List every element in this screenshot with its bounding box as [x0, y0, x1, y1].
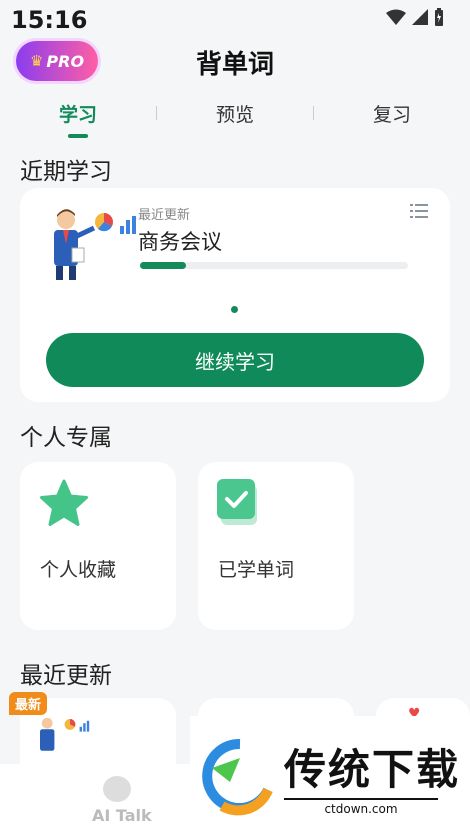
- status-bar: 15:16: [0, 0, 470, 40]
- progress-fill: [140, 262, 186, 269]
- section-title-personal: 个人专属: [20, 425, 112, 451]
- recent-study-card[interactable]: 最近更新 商务会议 继续学习: [20, 188, 450, 402]
- tab-divider: [313, 106, 314, 120]
- nav-ai-talk[interactable]: AI Talk: [92, 806, 152, 825]
- learned-words-tile[interactable]: 已学单词: [198, 462, 354, 630]
- watermark-url: ctdown.com: [284, 798, 438, 816]
- tab-review[interactable]: 复习: [373, 100, 411, 127]
- active-tab-indicator: [68, 134, 88, 138]
- tab-divider: [156, 106, 157, 120]
- recent-update-label: 最近更新: [138, 208, 191, 223]
- teacher-illustration: [54, 209, 136, 280]
- tab-study[interactable]: 学习: [59, 100, 97, 127]
- new-badge: 最新: [9, 692, 48, 715]
- checked-book-icon: [217, 479, 257, 525]
- continue-learning-button[interactable]: 继续学习: [46, 333, 424, 387]
- bottom-nav: AI Talk: [0, 764, 190, 836]
- list-icon[interactable]: [410, 204, 428, 218]
- progress-bar: [140, 262, 408, 269]
- section-title-latest: 最近更新: [20, 663, 112, 689]
- chat-bubble-icon[interactable]: [103, 776, 131, 802]
- signal-icon: [412, 9, 428, 25]
- section-title-recent-study: 近期学习: [20, 159, 112, 185]
- battery-icon: [435, 8, 443, 26]
- learned-words-label: 已学单词: [218, 559, 295, 581]
- status-time: 15:16: [11, 6, 88, 34]
- favorites-label: 个人收藏: [40, 559, 117, 581]
- favorites-tile[interactable]: 个人收藏: [20, 462, 176, 630]
- tab-preview[interactable]: 预览: [216, 100, 254, 127]
- teacher-illustration: [40, 717, 90, 751]
- carousel-dot: [231, 306, 238, 313]
- page-title: 背单词: [195, 50, 274, 80]
- tab-bar: 学习 预览 复习: [0, 98, 470, 142]
- book-name: 商务会议: [138, 230, 222, 254]
- star-icon: [40, 479, 88, 526]
- wifi-icon: [386, 9, 406, 25]
- watermark-text: 传统下载: [284, 745, 461, 794]
- watermark-logo: 传统下载 ctdown.com: [190, 716, 470, 836]
- status-icons: [386, 8, 444, 26]
- header: ♛ PRO 背单词: [0, 38, 470, 88]
- watermark-emblem-icon: [202, 738, 273, 816]
